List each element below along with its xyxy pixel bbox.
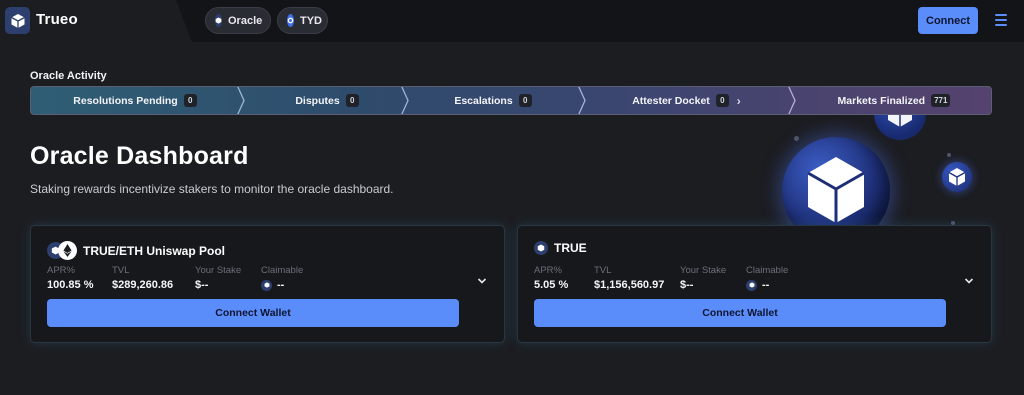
decorative-coin-small	[942, 162, 972, 192]
segment-resolutions-pending[interactable]: Resolutions Pending 0	[31, 87, 239, 114]
page-title: Oracle Dashboard	[30, 142, 249, 170]
segment-label: Disputes	[295, 94, 340, 107]
apr-label: APR%	[47, 265, 75, 276]
trueo-token-icon	[746, 279, 757, 291]
segment-count-badge: 771	[931, 94, 951, 107]
segment-count-badge: 0	[345, 94, 359, 107]
oracle-token-pill[interactable]: Oracle	[205, 7, 271, 34]
cube-logo-icon[interactable]	[5, 7, 30, 34]
segment-disputes[interactable]: Disputes 0	[245, 87, 409, 114]
apr-stat: APR% 5.05 %	[534, 265, 568, 291]
tvl-label: TVL	[594, 265, 612, 276]
stake-label: Your Stake	[195, 265, 242, 276]
segment-label: Resolutions Pending	[73, 94, 178, 107]
stake-value: $--	[680, 279, 694, 291]
apr-value: 5.05 %	[534, 279, 569, 291]
connect-wallet-button[interactable]: Connect Wallet	[47, 299, 459, 327]
tvl-value: $289,260.86	[112, 279, 174, 291]
segment-label: Markets Finalized	[837, 94, 926, 107]
connect-button[interactable]: Connect	[918, 7, 978, 34]
segment-escalations[interactable]: Escalations 0	[409, 87, 577, 114]
segment-count-badge: 0	[183, 94, 197, 107]
segment-count-badge: 0	[518, 94, 532, 107]
stake-stat: Your Stake $--	[680, 265, 726, 291]
stake-stat: Your Stake $--	[195, 265, 241, 291]
claimable-row: --	[746, 279, 788, 291]
apr-value: 100.85 %	[47, 279, 94, 291]
apr-stat: APR% 100.85 %	[47, 265, 93, 291]
card-title: TRUE	[554, 241, 587, 255]
claimable-row: --	[261, 279, 303, 291]
trueo-token-icon	[261, 279, 272, 291]
segment-attester-docket[interactable]: Attester Docket 0 ›	[586, 87, 787, 114]
claimable-label: Claimable	[261, 265, 304, 276]
top-bar: Trueo Oracle TYD Connect	[0, 0, 1024, 42]
connect-wallet-button[interactable]: Connect Wallet	[534, 299, 946, 327]
oracle-pill-label: Oracle	[228, 14, 263, 27]
card-header: TRUE/ETH Uniswap Pool	[47, 241, 225, 261]
claimable-value: --	[762, 279, 770, 291]
tvl-stat: TVL $1,156,560.97	[594, 265, 664, 291]
chevron-down-icon[interactable]	[477, 277, 487, 285]
hamburger-menu-icon[interactable]	[995, 14, 1007, 26]
oracle-activity-title: Oracle Activity	[30, 70, 107, 82]
segment-markets-finalized[interactable]: Markets Finalized 771	[796, 87, 991, 114]
apr-label: APR%	[534, 265, 562, 276]
card-title: TRUE/ETH Uniswap Pool	[83, 244, 226, 258]
trueo-token-icon	[534, 241, 548, 255]
tvl-stat: TVL $289,260.86	[112, 265, 173, 291]
oracle-activity-bar: Resolutions Pending 0 Disputes 0 Escalat…	[30, 86, 992, 115]
page-subtitle: Staking rewards incentivize stakers to m…	[30, 182, 394, 196]
decorative-dot	[947, 153, 951, 157]
tyd-token-icon	[287, 14, 294, 27]
tyd-token-pill[interactable]: TYD	[277, 7, 328, 34]
claimable-stat: Claimable --	[746, 265, 788, 291]
stake-label: Your Stake	[680, 265, 727, 276]
segment-count-badge: 0	[715, 94, 729, 107]
tvl-label: TVL	[112, 265, 130, 276]
pool-card-true: TRUE APR% 5.05 % TVL $1,156,560.97 Your …	[517, 225, 992, 343]
claimable-value: --	[277, 279, 285, 291]
brand-name[interactable]: Trueo	[36, 11, 78, 28]
segment-label: Escalations	[454, 94, 513, 107]
claimable-stat: Claimable --	[261, 265, 303, 291]
card-header: TRUE	[534, 241, 587, 255]
chevron-down-icon[interactable]	[964, 277, 974, 285]
claimable-label: Claimable	[746, 265, 789, 276]
trueo-token-icon	[215, 14, 222, 27]
decorative-dot	[794, 136, 799, 141]
tyd-pill-label: TYD	[300, 14, 322, 27]
chevron-right-icon: ›	[736, 93, 741, 108]
stake-value: $--	[195, 279, 209, 291]
tvl-value: $1,156,560.97	[594, 279, 665, 291]
ethereum-icon	[58, 241, 77, 260]
pair-icon	[47, 241, 77, 261]
segment-label: Attester Docket	[632, 94, 710, 107]
pool-card-true-eth: TRUE/ETH Uniswap Pool APR% 100.85 % TVL …	[30, 225, 505, 343]
